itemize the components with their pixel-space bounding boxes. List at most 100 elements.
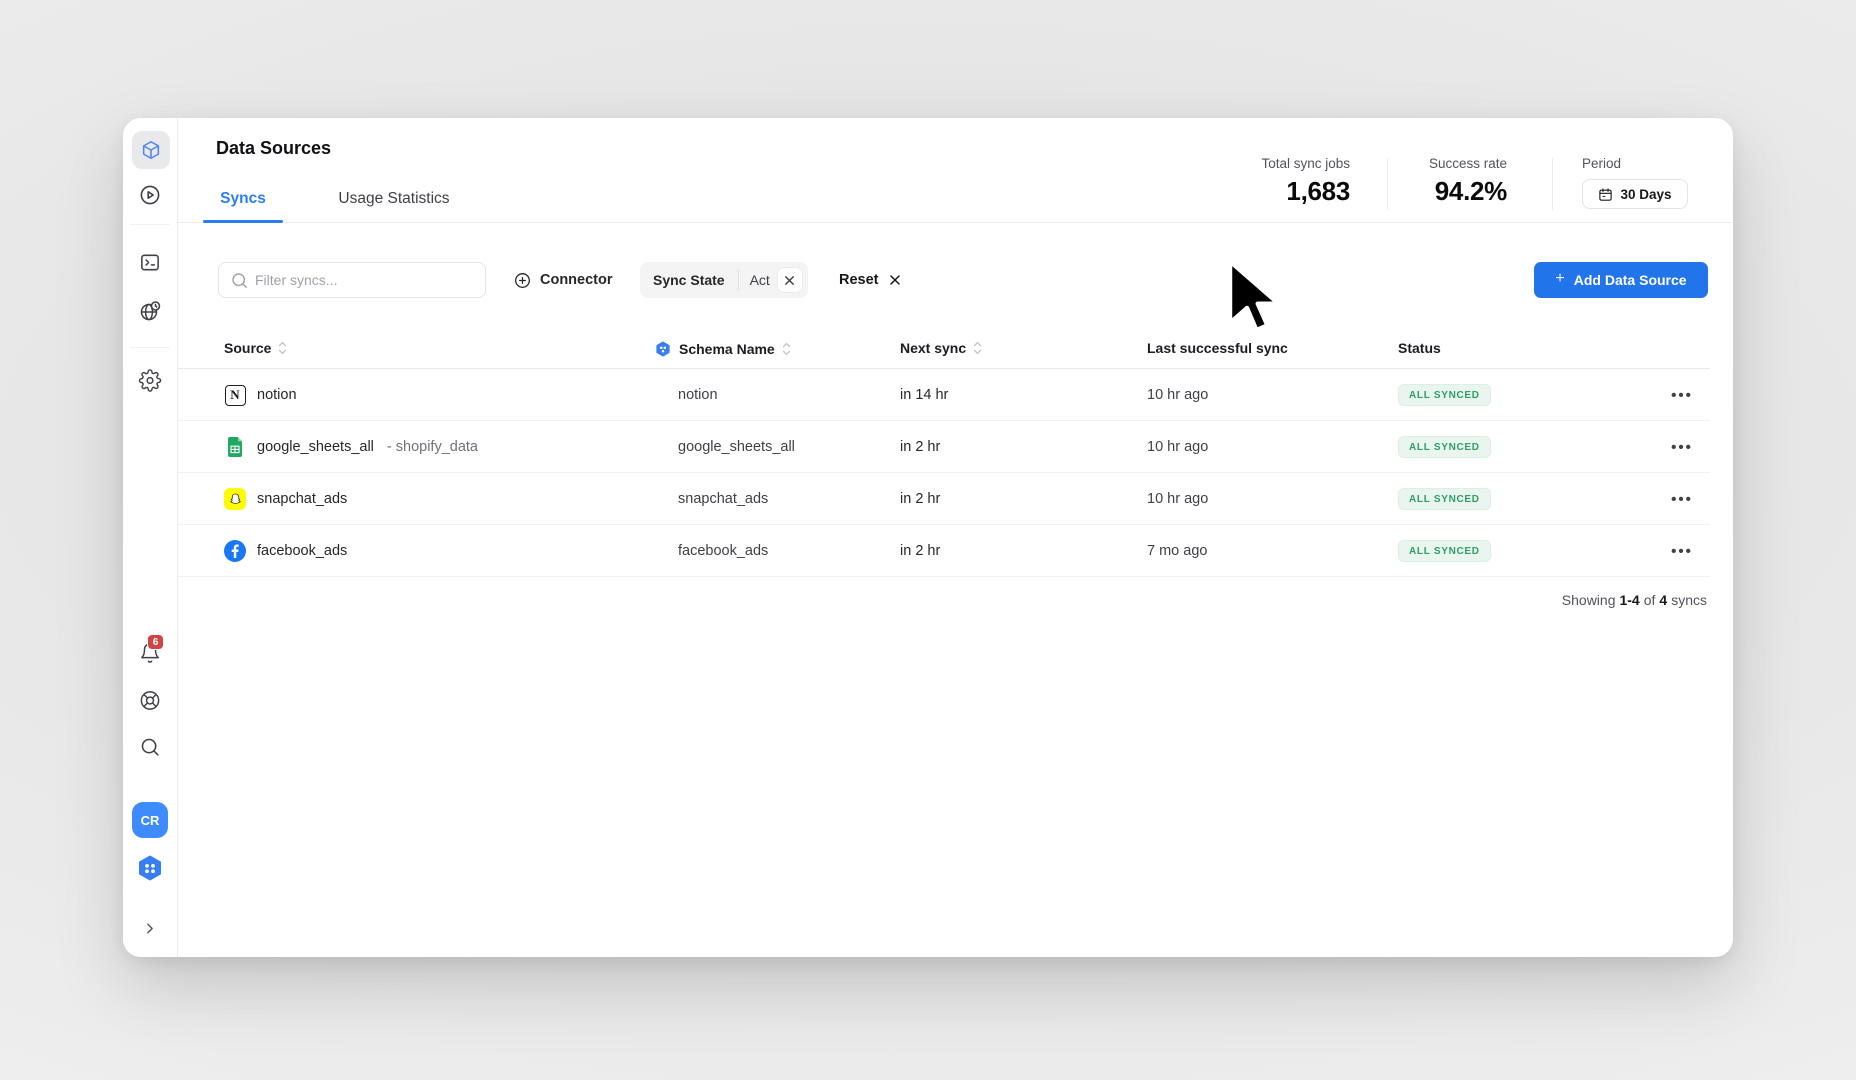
- last-sync-cell: 10 hr ago: [1147, 369, 1208, 421]
- column-header-source[interactable]: Source: [224, 340, 287, 356]
- gear-icon: [139, 369, 162, 392]
- stat-success-rate: Success rate 94.2%: [1397, 156, 1507, 207]
- source-cell: google_sheets_all - shopify_data: [224, 421, 478, 473]
- connector-filter-button[interactable]: Connector: [505, 262, 621, 298]
- column-header-status: Status: [1398, 340, 1441, 356]
- stat-label: Success rate: [1397, 156, 1507, 171]
- life-buoy-icon: [139, 689, 162, 712]
- row-menu-button[interactable]: •••: [1662, 421, 1702, 473]
- row-menu-button[interactable]: •••: [1662, 525, 1702, 577]
- status-cell: ALL SYNCED: [1398, 473, 1491, 525]
- column-label: Source: [224, 340, 271, 356]
- next-sync-cell: in 2 hr: [900, 421, 940, 473]
- source-cell: facebook_ads: [224, 525, 360, 577]
- row-menu-button[interactable]: •••: [1662, 369, 1702, 421]
- sort-icon: [973, 341, 982, 355]
- pagination-summary: Showing 1-4 of 4 syncs: [1562, 592, 1707, 608]
- status-badge: ALL SYNCED: [1398, 436, 1491, 458]
- chevron-right-icon: [142, 920, 159, 937]
- status-cell: ALL SYNCED: [1398, 525, 1491, 577]
- sidebar-item-settings[interactable]: [139, 369, 162, 392]
- schema-cell: facebook_ads: [678, 525, 768, 577]
- status-badge: ALL SYNCED: [1398, 384, 1491, 406]
- syncs-label: syncs: [1671, 592, 1707, 608]
- column-header-next-sync[interactable]: Next sync: [900, 340, 982, 356]
- sidebar-item-terminal[interactable]: [139, 251, 162, 274]
- column-header-schema-name[interactable]: Schema Name: [654, 340, 791, 358]
- table-row[interactable]: N notion notion in 14 hr 10 hr ago ALL S…: [178, 369, 1710, 421]
- search-icon: [139, 736, 161, 758]
- sidebar-item-search[interactable]: [139, 736, 161, 758]
- sidebar-collapse-button[interactable]: [142, 920, 159, 937]
- notion-icon: N: [224, 384, 246, 406]
- page-title: Data Sources: [216, 138, 331, 159]
- sidebar-divider: [130, 347, 170, 348]
- sidebar-item-help[interactable]: [139, 689, 162, 712]
- reset-label: Reset: [839, 272, 879, 288]
- total-count: 4: [1659, 592, 1667, 608]
- sidebar-item-history[interactable]: [138, 299, 162, 323]
- table-row[interactable]: snapchat_ads snapchat_ads in 2 hr 10 hr …: [178, 473, 1710, 525]
- next-sync-cell: in 14 hr: [900, 369, 948, 421]
- source-name: snapchat_ads: [257, 491, 347, 507]
- sync-table-body: N notion notion in 14 hr 10 hr ago ALL S…: [178, 369, 1710, 577]
- sidebar-item-data-sources[interactable]: [132, 131, 170, 169]
- active-tab-underline: [203, 220, 283, 223]
- play-circle-icon: [138, 183, 162, 207]
- stat-total-sync-jobs: Total sync jobs 1,683: [1198, 156, 1350, 207]
- column-label: Schema Name: [679, 341, 775, 357]
- add-data-source-button[interactable]: + Add Data Source: [1534, 262, 1708, 298]
- source-name: google_sheets_all: [257, 439, 374, 455]
- last-sync-cell: 10 hr ago: [1147, 473, 1208, 525]
- tab-usage-statistics[interactable]: Usage Statistics: [311, 190, 477, 223]
- app-window: 6 CR: [123, 118, 1733, 957]
- last-sync-cell: 10 hr ago: [1147, 421, 1208, 473]
- close-icon: [889, 274, 901, 286]
- status-cell: ALL SYNCED: [1398, 369, 1491, 421]
- stat-divider: [1387, 158, 1388, 210]
- search-icon: [230, 271, 249, 290]
- sort-icon: [278, 341, 287, 355]
- source-suffix: - shopify_data: [387, 439, 478, 455]
- search-box: [218, 262, 486, 298]
- status-badge: ALL SYNCED: [1398, 540, 1491, 562]
- column-label: Status: [1398, 340, 1441, 356]
- schema-cell: snapchat_ads: [678, 473, 768, 525]
- main-content: Data Sources Syncs Usage Statistics Tota…: [178, 118, 1733, 957]
- sync-state-label: Sync State: [640, 272, 738, 288]
- next-sync-cell: in 2 hr: [900, 473, 940, 525]
- sidebar-item-runs[interactable]: [138, 183, 162, 207]
- calendar-icon: [1598, 187, 1613, 202]
- destination-hexagon-icon: [654, 340, 672, 358]
- sidebar: 6 CR: [123, 118, 178, 957]
- connector-label: Connector: [540, 272, 613, 288]
- table-row[interactable]: google_sheets_all - shopify_data google_…: [178, 421, 1710, 473]
- table-row[interactable]: facebook_ads facebook_ads in 2 hr 7 mo a…: [178, 525, 1710, 577]
- filter-syncs-input[interactable]: [219, 263, 485, 297]
- sync-state-clear-button[interactable]: [778, 268, 802, 292]
- sync-state-filter[interactable]: Sync State Act: [640, 262, 808, 298]
- filter-toolbar: Connector Sync State Act Reset + Add Dat…: [178, 262, 1733, 298]
- status-badge: ALL SYNCED: [1398, 488, 1491, 510]
- showing-range: 1-4: [1619, 592, 1639, 608]
- sidebar-user-avatar[interactable]: CR: [132, 802, 168, 838]
- sidebar-item-workspace[interactable]: [135, 853, 165, 883]
- source-name: facebook_ads: [257, 543, 347, 559]
- column-label: Last successful sync: [1147, 340, 1288, 356]
- period-selector-button[interactable]: 30 Days: [1582, 179, 1688, 209]
- table-header: Source Schema Name Next sync Last succes…: [178, 330, 1710, 369]
- facebook-icon: [224, 540, 246, 562]
- schema-cell: notion: [678, 369, 718, 421]
- stat-value: 94.2%: [1397, 176, 1507, 207]
- of-label: of: [1644, 592, 1656, 608]
- desktop-background: { "header": { "title": "Data Sources", "…: [0, 0, 1856, 1080]
- stat-divider: [1552, 158, 1553, 210]
- row-menu-button[interactable]: •••: [1662, 473, 1702, 525]
- status-cell: ALL SYNCED: [1398, 421, 1491, 473]
- tab-syncs[interactable]: Syncs: [203, 190, 283, 223]
- period-label: Period: [1582, 156, 1688, 171]
- plus-circle-icon: [513, 271, 532, 290]
- add-data-source-label: Add Data Source: [1574, 272, 1687, 288]
- column-label: Next sync: [900, 340, 966, 356]
- reset-filters-button[interactable]: Reset: [839, 262, 901, 298]
